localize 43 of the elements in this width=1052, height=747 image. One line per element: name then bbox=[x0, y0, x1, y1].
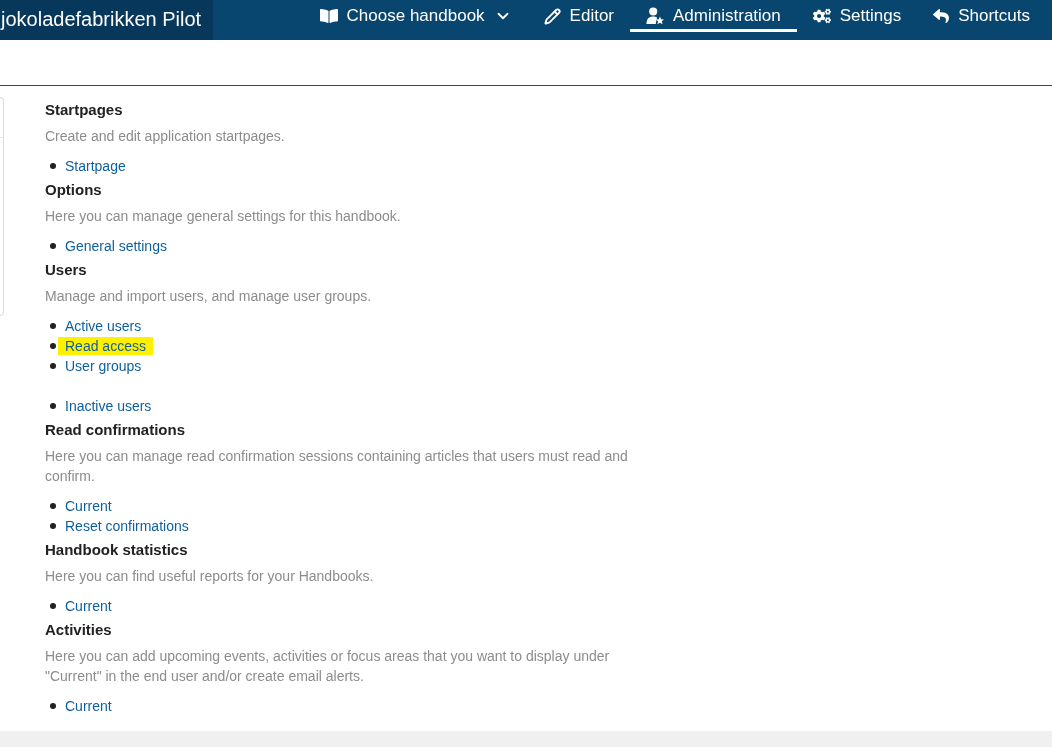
section-description: Here you can manage read confirmation sessions containing articles that users must read and confirm. bbox=[45, 447, 629, 486]
admin-link[interactable]: Current bbox=[65, 597, 112, 615]
bullet-icon bbox=[50, 503, 56, 509]
section-description: Here you can find useful reports for your Handbooks. bbox=[45, 567, 375, 586]
admin-link[interactable]: Reset confirmations bbox=[65, 517, 189, 535]
section-description: Here you can manage general settings for this handbook. bbox=[45, 207, 402, 226]
section-description: Create and edit application startpages. bbox=[45, 127, 286, 146]
section-heading: Startpages bbox=[45, 100, 124, 120]
admin-link[interactable]: Inactive users bbox=[65, 397, 152, 415]
admin-link[interactable]: General settings bbox=[65, 237, 167, 255]
section-heading: Options bbox=[45, 180, 103, 200]
admin-link[interactable]: Current bbox=[65, 497, 112, 515]
handbook-dropdown[interactable]: Choose handbook bbox=[303, 0, 528, 32]
bullet-icon bbox=[50, 403, 56, 409]
bullet-icon bbox=[50, 323, 56, 329]
admin-link[interactable]: Active users bbox=[65, 317, 142, 335]
admin-link[interactable]: Read access bbox=[58, 337, 153, 355]
user-star-icon bbox=[646, 7, 665, 25]
admin-link[interactable]: Startpage bbox=[65, 157, 126, 175]
nav-tab[interactable]: Administration bbox=[630, 0, 797, 32]
bullet-icon bbox=[50, 163, 56, 169]
admin-link[interactable]: User groups bbox=[65, 357, 142, 375]
gears-icon bbox=[812, 7, 831, 25]
section-heading: Users bbox=[45, 260, 88, 280]
bullet-icon bbox=[50, 523, 56, 529]
section-description: Manage and import users, and manage user groups. bbox=[45, 287, 373, 306]
admin-link[interactable]: Current bbox=[65, 697, 112, 715]
nav-tab[interactable]: Editor bbox=[527, 0, 631, 32]
section-heading: Activities bbox=[45, 620, 113, 640]
nav-tab[interactable]: Settings bbox=[796, 0, 918, 32]
pencil-icon bbox=[543, 7, 561, 25]
section-description: Here you can add upcoming events, activities or focus areas that you want to display under "Current" in the end user and/or create email alerts. bbox=[45, 647, 611, 686]
brand-name: jokoladefabrikken Pilot bbox=[0, 0, 213, 40]
section-heading: Read confirmations bbox=[45, 420, 187, 440]
bullet-icon bbox=[50, 363, 56, 369]
bullet-icon bbox=[50, 343, 56, 349]
bullet-icon bbox=[50, 703, 56, 709]
bullet-icon bbox=[50, 243, 56, 249]
book-icon bbox=[319, 7, 338, 25]
nav-tab[interactable]: Shortcuts bbox=[917, 0, 1046, 32]
section-heading: Handbook statistics bbox=[45, 540, 189, 560]
bullet-icon bbox=[50, 603, 56, 609]
reply-icon bbox=[933, 8, 950, 24]
